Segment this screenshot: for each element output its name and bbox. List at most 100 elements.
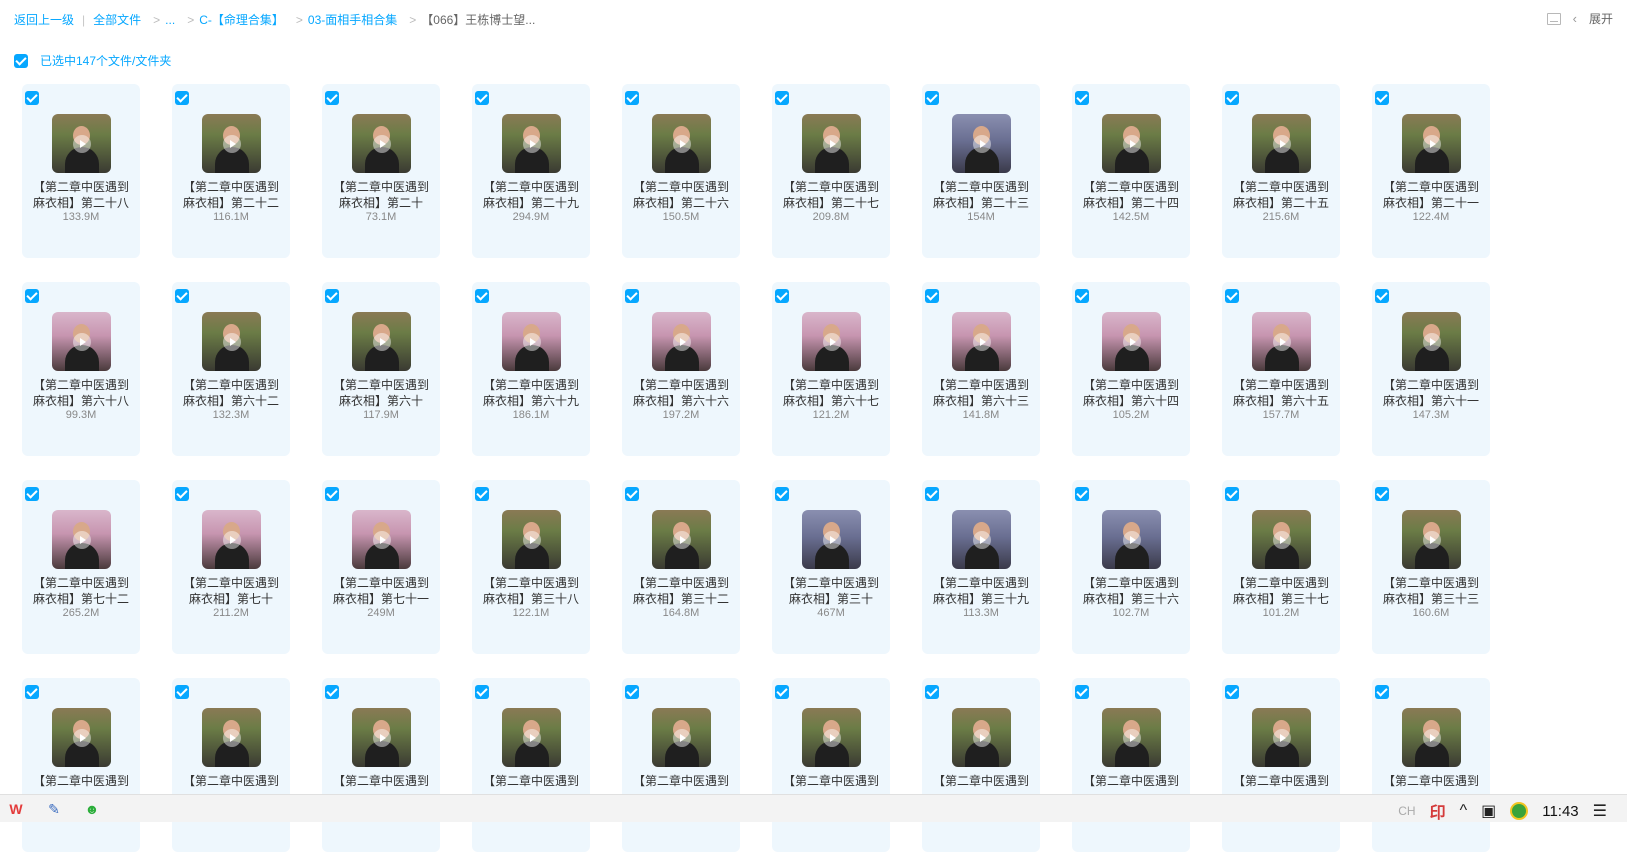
- play-icon[interactable]: [972, 728, 991, 747]
- network-icon[interactable]: ▣: [1481, 801, 1496, 821]
- file-checkbox[interactable]: [175, 289, 189, 303]
- file-card[interactable]: 【第二章中医遇到 麻衣相】第二十七 209.8M: [772, 84, 890, 258]
- expand-button[interactable]: 展开: [1589, 10, 1613, 27]
- file-checkbox[interactable]: [1375, 685, 1389, 699]
- tray-expand-icon[interactable]: ^: [1460, 802, 1468, 820]
- play-icon[interactable]: [72, 530, 91, 549]
- file-checkbox[interactable]: [925, 91, 939, 105]
- video-thumbnail[interactable]: [1252, 114, 1311, 173]
- video-thumbnail[interactable]: [1252, 312, 1311, 371]
- video-thumbnail[interactable]: [1102, 708, 1161, 767]
- file-checkbox[interactable]: [25, 91, 39, 105]
- file-name[interactable]: 【第二章中医遇到 麻衣相】第六十四: [1074, 377, 1188, 409]
- file-card[interactable]: 【第二章中医遇到 麻衣相】第二十 73.1M: [322, 84, 440, 258]
- file-checkbox[interactable]: [1225, 289, 1239, 303]
- file-checkbox[interactable]: [175, 685, 189, 699]
- notification-icon[interactable]: ☰: [1593, 801, 1607, 821]
- file-card[interactable]: 【第二章中医遇到: [472, 678, 590, 852]
- video-thumbnail[interactable]: [952, 114, 1011, 173]
- file-card[interactable]: 【第二章中医遇到 麻衣相】第六十一 147.3M: [1372, 282, 1490, 456]
- play-icon[interactable]: [72, 728, 91, 747]
- file-card[interactable]: 【第二章中医遇到: [922, 678, 1040, 852]
- file-card[interactable]: 【第二章中医遇到 麻衣相】第六十八 99.3M: [22, 282, 140, 456]
- file-name[interactable]: 【第二章中医遇到 麻衣相】第七十一: [324, 575, 438, 607]
- wechat-icon[interactable]: ☻: [82, 800, 102, 818]
- file-card[interactable]: 【第二章中医遇到 麻衣相】第七十一 249M: [322, 480, 440, 654]
- video-thumbnail[interactable]: [802, 708, 861, 767]
- file-checkbox[interactable]: [475, 91, 489, 105]
- file-card[interactable]: 【第二章中医遇到: [172, 678, 290, 852]
- video-thumbnail[interactable]: [52, 312, 111, 371]
- video-thumbnail[interactable]: [652, 114, 711, 173]
- clock[interactable]: 11:43: [1542, 803, 1578, 820]
- file-card[interactable]: 【第二章中医遇到: [1072, 678, 1190, 852]
- file-name[interactable]: 【第二章中医遇到 麻衣相】第六十九: [474, 377, 588, 409]
- video-thumbnail[interactable]: [652, 510, 711, 569]
- file-name[interactable]: 【第二章中医遇到: [624, 773, 738, 789]
- play-icon[interactable]: [672, 134, 691, 153]
- file-checkbox[interactable]: [625, 487, 639, 501]
- file-checkbox[interactable]: [625, 91, 639, 105]
- video-thumbnail[interactable]: [952, 510, 1011, 569]
- video-thumbnail[interactable]: [502, 510, 561, 569]
- file-card[interactable]: 【第二章中医遇到 麻衣相】第六十二 132.3M: [172, 282, 290, 456]
- play-icon[interactable]: [972, 530, 991, 549]
- file-checkbox[interactable]: [475, 289, 489, 303]
- file-card[interactable]: 【第二章中医遇到 麻衣相】第三十 467M: [772, 480, 890, 654]
- video-thumbnail[interactable]: [502, 114, 561, 173]
- file-card[interactable]: 【第二章中医遇到 麻衣相】第六十九 186.1M: [472, 282, 590, 456]
- security-icon[interactable]: [1510, 802, 1529, 820]
- breadcrumb-item-mianxiang[interactable]: 03-面相手相合集: [308, 11, 397, 28]
- video-thumbnail[interactable]: [352, 114, 411, 173]
- file-card[interactable]: 【第二章中医遇到: [1372, 678, 1490, 852]
- file-checkbox[interactable]: [625, 685, 639, 699]
- input-language[interactable]: CH: [1398, 804, 1415, 818]
- video-thumbnail[interactable]: [202, 114, 261, 173]
- video-thumbnail[interactable]: [1252, 510, 1311, 569]
- video-thumbnail[interactable]: [352, 312, 411, 371]
- file-checkbox[interactable]: [25, 289, 39, 303]
- play-icon[interactable]: [672, 332, 691, 351]
- video-thumbnail[interactable]: [802, 312, 861, 371]
- file-checkbox[interactable]: [1075, 91, 1089, 105]
- file-name[interactable]: 【第二章中医遇到 麻衣相】第二十四: [1074, 179, 1188, 211]
- file-card[interactable]: 【第二章中医遇到 麻衣相】第六十五 157.7M: [1222, 282, 1340, 456]
- file-card[interactable]: 【第二章中医遇到 麻衣相】第六十六 197.2M: [622, 282, 740, 456]
- file-checkbox[interactable]: [775, 91, 789, 105]
- video-thumbnail[interactable]: [652, 312, 711, 371]
- play-icon[interactable]: [672, 530, 691, 549]
- play-icon[interactable]: [222, 134, 241, 153]
- file-name[interactable]: 【第二章中医遇到 麻衣相】第二十八: [24, 179, 138, 211]
- file-name[interactable]: 【第二章中医遇到 麻衣相】第三十三: [1374, 575, 1488, 607]
- file-name[interactable]: 【第二章中医遇到: [174, 773, 288, 789]
- file-card[interactable]: 【第二章中医遇到: [322, 678, 440, 852]
- file-checkbox[interactable]: [325, 685, 339, 699]
- video-thumbnail[interactable]: [202, 708, 261, 767]
- file-checkbox[interactable]: [475, 685, 489, 699]
- file-name[interactable]: 【第二章中医遇到: [474, 773, 588, 789]
- file-name[interactable]: 【第二章中医遇到 麻衣相】第六十: [324, 377, 438, 409]
- file-name[interactable]: 【第二章中医遇到: [774, 773, 888, 789]
- play-icon[interactable]: [522, 728, 541, 747]
- file-name[interactable]: 【第二章中医遇到 麻衣相】第三十二: [624, 575, 738, 607]
- video-thumbnail[interactable]: [1402, 312, 1461, 371]
- file-name[interactable]: 【第二章中医遇到 麻衣相】第六十五: [1224, 377, 1338, 409]
- file-card[interactable]: 【第二章中医遇到 麻衣相】第二十九 294.9M: [472, 84, 590, 258]
- file-checkbox[interactable]: [1225, 685, 1239, 699]
- file-card[interactable]: 【第二章中医遇到 麻衣相】第六十 117.9M: [322, 282, 440, 456]
- file-name[interactable]: 【第二章中医遇到 麻衣相】第六十六: [624, 377, 738, 409]
- file-checkbox[interactable]: [1075, 685, 1089, 699]
- video-thumbnail[interactable]: [1252, 708, 1311, 767]
- play-icon[interactable]: [672, 728, 691, 747]
- all-files-link[interactable]: 全部文件: [93, 11, 141, 28]
- play-icon[interactable]: [1272, 134, 1291, 153]
- file-name[interactable]: 【第二章中医遇到 麻衣相】第二十七: [774, 179, 888, 211]
- file-name[interactable]: 【第二章中医遇到: [1224, 773, 1338, 789]
- file-card[interactable]: 【第二章中医遇到 麻衣相】第三十三 160.6M: [1372, 480, 1490, 654]
- file-checkbox[interactable]: [775, 685, 789, 699]
- video-thumbnail[interactable]: [202, 312, 261, 371]
- file-name[interactable]: 【第二章中医遇到 麻衣相】第二十: [324, 179, 438, 211]
- file-card[interactable]: 【第二章中医遇到 麻衣相】第三十七 101.2M: [1222, 480, 1340, 654]
- list-view-icon[interactable]: [1546, 12, 1561, 25]
- play-icon[interactable]: [522, 332, 541, 351]
